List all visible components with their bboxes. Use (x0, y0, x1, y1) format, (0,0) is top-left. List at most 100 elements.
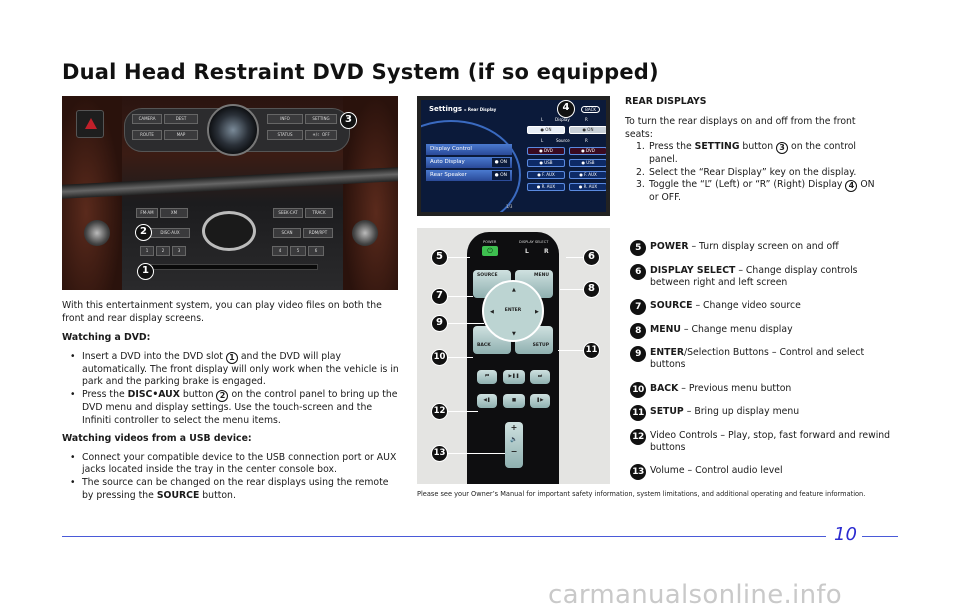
callout-7: 7 (431, 288, 448, 305)
leader-line (558, 350, 584, 351)
bold-text: SOURCE (156, 489, 200, 501)
legend-item-video-controls: 12 Video Controls – Play, stop, fast forw… (625, 428, 895, 454)
intro-paragraph: With this entertainment system, you can … (62, 300, 382, 324)
dvd-slot (150, 264, 318, 270)
menu-label: Display Control (430, 146, 472, 152)
legend-item-menu: 8 MENU – Change menu display (625, 322, 895, 339)
ref-badge: 1 (225, 351, 238, 364)
legend-item-setup: 11 SETUP – Bring up display menu (625, 405, 895, 421)
leader-line (448, 411, 478, 412)
preset-3-button: 3 (172, 246, 186, 256)
usb-bullet-1: Connect your compatible device to the US… (62, 452, 402, 477)
bold-text: DISC•AUX (127, 388, 180, 400)
menu-value: ● ON (491, 171, 510, 180)
left-arrow-icon: ◀ (490, 309, 494, 315)
speaker-icon: 🔈 (510, 436, 518, 443)
text: – Turn display screen on and off (688, 241, 839, 252)
bold-text: MENU (650, 323, 681, 335)
rear-display-settings-screen: Settings ▸ Rear Display BACK Display Con… (417, 96, 610, 216)
right-arrow-icon: ▶ (535, 309, 539, 315)
number-badge: 9 (630, 346, 646, 362)
page-number: 10 (834, 524, 857, 545)
source-label: Source (556, 138, 570, 143)
bold-text: POWER (650, 241, 689, 252)
setting-button: SETTING (305, 114, 337, 124)
step-1: 1. Press the SETTING button 3 on the cont… (625, 141, 885, 167)
bold-text: SETUP (650, 406, 684, 417)
menu-rear-speaker: Rear Speaker ● ON (426, 170, 512, 181)
text: Insert a DVD into the DVD slot (82, 350, 226, 362)
down-arrow-icon: ▼ (512, 331, 516, 337)
usb-bullet-2: The source can be changed on the rear di… (62, 477, 402, 502)
footnote: Please see your Owner’s Manual for impor… (417, 490, 866, 498)
screen-back-button: BACK (581, 106, 600, 113)
menu-label: Auto Display (430, 159, 465, 165)
callout-13: 13 (431, 445, 448, 462)
up-arrow-icon: ▲ (512, 287, 516, 293)
callout-4: 4 (557, 100, 575, 118)
power-label: POWER (483, 240, 497, 244)
bold-text: SOURCE (650, 300, 693, 311)
screen-title: Settings (429, 105, 463, 113)
number-badge: 11 (630, 405, 646, 421)
step-number: 1. (636, 141, 645, 153)
legend-item-enter: 9 ENTER/Selection Buttons – Control and s… (625, 346, 895, 371)
dvd-bullet-1: Insert a DVD into the DVD slot 1 and the… (62, 351, 402, 389)
screen-breadcrumb: ▸ Rear Display (464, 107, 497, 112)
volume-rocker: + 🔈 − (505, 422, 523, 468)
tune-folder-knob (352, 220, 378, 246)
text: Video Controls – Play, stop, fast forwar… (650, 429, 891, 453)
ref-badge: 2 (216, 389, 229, 402)
seek-cat-button: SEEK·CAT (273, 208, 303, 218)
number-badge: 12 (630, 428, 646, 445)
rear-displays-steps: 1. Press the SETTING button 3 on the cont… (625, 141, 885, 205)
text: button. (199, 489, 236, 501)
menu-value: ● ON (491, 158, 510, 167)
step-2: 2. Select the “Rear Display” key on the d… (625, 167, 885, 180)
footer-rule-right (862, 536, 898, 537)
step-number: 2. (636, 166, 645, 178)
skip-back-icon: ⏮ (477, 370, 497, 384)
text: Press the (82, 388, 128, 400)
source-right-usb: ● USB (569, 159, 606, 167)
step-number: 3. (636, 179, 645, 191)
screen-arc (421, 120, 521, 212)
ref-badge: 3 (776, 142, 789, 155)
number-badge: 7 (630, 299, 646, 315)
source-r-label: R (585, 138, 588, 143)
source-l-label: L (541, 138, 544, 143)
leader-line (560, 289, 584, 290)
number-badge: 8 (630, 322, 646, 339)
volume-plus-icon: + (510, 423, 518, 432)
usb-bullets: Connect your compatible device to the US… (62, 452, 402, 502)
leader-line (448, 453, 505, 454)
number-badge: 13 (630, 464, 646, 480)
scan-button: SCAN (273, 228, 301, 238)
bold-text: SETTING (694, 141, 740, 153)
rear-displays-heading: REAR DISPLAYS (625, 96, 707, 107)
text: – Bring up display menu (683, 406, 800, 417)
legend-item-power: 5 POWER – Turn display screen on and off (625, 240, 895, 256)
callout-3: 3 (340, 112, 357, 129)
legend-item-display-select: 6 DISPLAY SELECT – Change display control… (625, 263, 895, 289)
info-button: INFO (267, 114, 303, 124)
text: Select the “Rear Display” key on the dis… (649, 166, 857, 178)
display-select-l: L (525, 248, 529, 255)
text: Toggle the “L” (Left) or “R” (Right) Dis… (649, 179, 846, 191)
preset-1-button: 1 (140, 246, 154, 256)
disc-aux-button: DISC·AUX (150, 228, 190, 238)
leader-line (448, 357, 473, 358)
route-button: ROUTE (132, 130, 162, 140)
left-text-column: With this entertainment system, you can … (62, 300, 402, 502)
camera-button: CAMERA (132, 114, 162, 124)
rdm-rpt-button: RDM/RPT (303, 228, 333, 238)
fast-forward-icon: ❚▶ (530, 394, 550, 408)
display-l-label: L (541, 117, 544, 122)
text: button (179, 388, 217, 400)
enter-knob (207, 104, 259, 156)
analog-clock (202, 211, 256, 251)
source-left-usb: ● USB (527, 159, 565, 167)
menu-display-control: Display Control (426, 144, 512, 155)
enter-ring: ▲ ▼ ◀ ▶ ENTER (482, 280, 544, 342)
map-button: MAP (164, 130, 198, 140)
